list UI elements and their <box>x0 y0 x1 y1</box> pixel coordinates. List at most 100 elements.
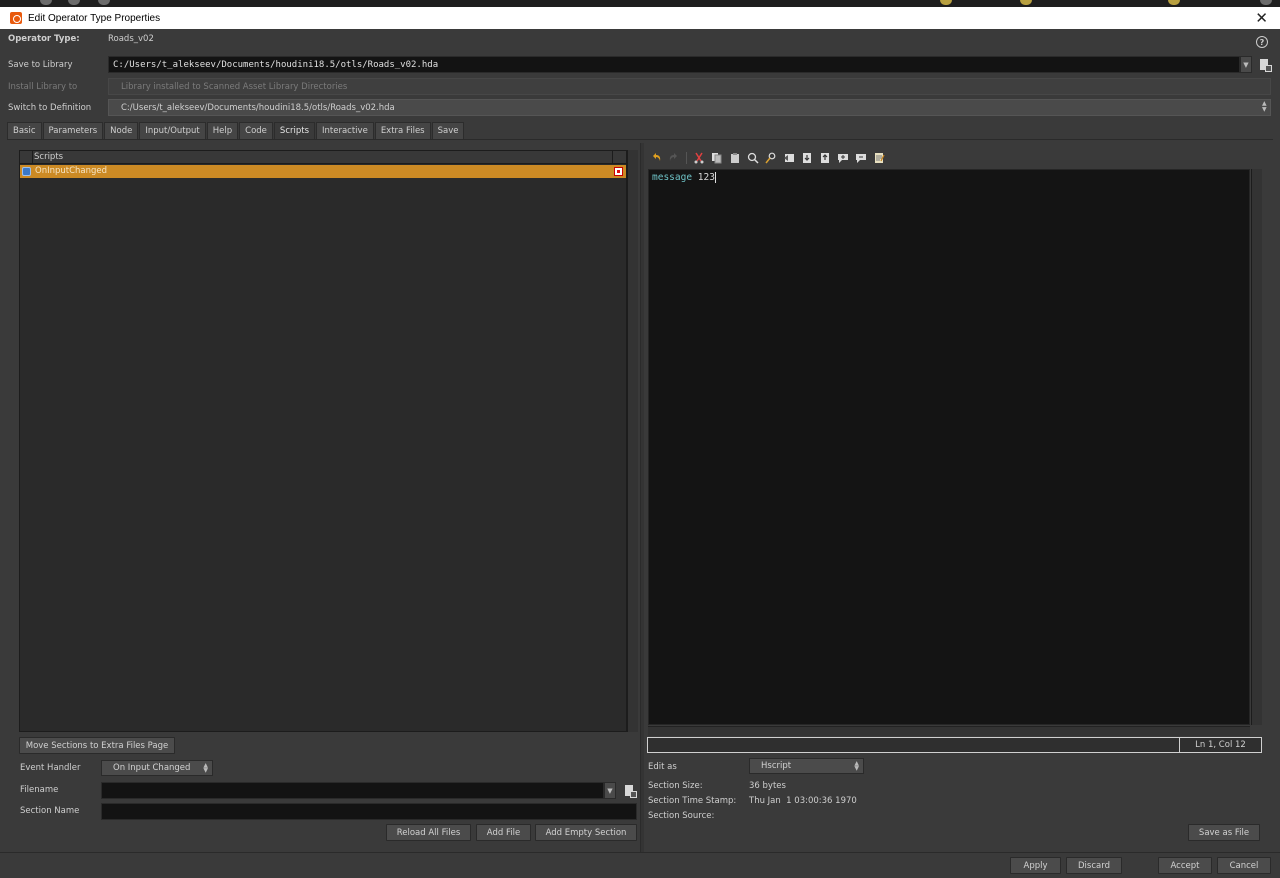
redo-icon[interactable] <box>668 152 680 164</box>
discard-button[interactable]: Discard <box>1066 857 1122 874</box>
tab-code[interactable]: Code <box>239 122 273 139</box>
operator-type-value: Roads_v02 <box>108 34 154 44</box>
tab-save[interactable]: Save <box>431 122 465 139</box>
editor-vertical-scrollbar[interactable] <box>1251 169 1262 725</box>
tab-help[interactable]: Help <box>206 122 239 139</box>
cancel-button[interactable]: Cancel <box>1217 857 1271 874</box>
scripts-list-scrollbar[interactable] <box>627 150 638 732</box>
section-timestamp-value: Thu Jan 1 03:00:36 1970 <box>749 796 857 806</box>
tab-node[interactable]: Node <box>104 122 139 139</box>
file-chooser-icon[interactable] <box>1259 58 1272 72</box>
chevron-updown-icon[interactable]: ▲ ▼ <box>1262 101 1267 113</box>
code-text: 123 <box>692 172 715 183</box>
header-divider <box>612 151 613 164</box>
paste-icon[interactable] <box>729 152 741 164</box>
header-divider <box>32 151 33 164</box>
chevron-down-icon[interactable]: ▼ <box>1240 56 1252 73</box>
event-handler-select[interactable]: On Input Changed ▲ ▼ <box>101 760 213 776</box>
scripts-left-pane: Scripts OnInputChanged Move Sections to … <box>8 143 640 852</box>
script-editor[interactable]: message 123 <box>648 169 1250 725</box>
window-titlebar[interactable]: Edit Operator Type Properties ✕ <box>0 7 1280 29</box>
section-name-label: Section Name <box>20 806 80 816</box>
desktop-background-strip <box>0 0 1280 7</box>
event-handler-label: Event Handler <box>20 763 81 773</box>
edit-operator-dialog: Operator Type: Roads_v02 ? Save to Libra… <box>0 29 1280 878</box>
houdini-app-icon <box>10 12 22 24</box>
reload-all-files-button[interactable]: Reload All Files <box>386 824 471 841</box>
desktop-icon <box>40 0 52 5</box>
move-sections-button[interactable]: Move Sections to Extra Files Page <box>19 737 175 754</box>
close-window-button[interactable]: ✕ <box>1255 9 1268 27</box>
copy-icon[interactable] <box>711 152 723 164</box>
section-size-value: 36 bytes <box>749 781 786 791</box>
desktop-icon <box>98 0 110 5</box>
section-source-label: Section Source: <box>648 811 715 821</box>
notes-icon[interactable] <box>873 152 885 164</box>
toolbar-divider <box>686 152 687 164</box>
tab-extra-files[interactable]: Extra Files <box>374 122 431 139</box>
export-icon[interactable] <box>819 152 831 164</box>
operator-type-label: Operator Type: <box>8 34 80 44</box>
desktop-icon <box>68 0 80 5</box>
import-icon[interactable] <box>801 152 813 164</box>
editor-status-bar: Ln 1, Col 12 <box>647 737 1262 753</box>
chevron-down-icon[interactable]: ▼ <box>604 782 616 799</box>
code-keyword: message <box>652 172 693 183</box>
edit-as-label: Edit as <box>648 762 677 772</box>
section-size-label: Section Size: <box>648 781 703 791</box>
window-title: Edit Operator Type Properties <box>28 12 161 24</box>
editor-horizontal-scrollbar[interactable] <box>648 726 1250 736</box>
desktop-icon <box>940 0 952 5</box>
file-chooser-icon[interactable] <box>624 784 637 798</box>
replace-icon[interactable] <box>765 152 777 164</box>
save-to-library-field[interactable]: C:/Users/t_alekseev/Documents/houdini18.… <box>108 56 1240 73</box>
switch-definition-label: Switch to Definition <box>8 103 92 113</box>
chevron-updown-icon: ▲ ▼ <box>203 762 208 774</box>
install-library-label: Install Library to <box>8 82 78 92</box>
undo-icon[interactable] <box>650 152 662 164</box>
delete-section-icon[interactable] <box>614 167 623 176</box>
accept-button[interactable]: Accept <box>1158 857 1212 874</box>
event-handler-value: On Input Changed <box>113 763 191 773</box>
uncomment-icon[interactable] <box>855 152 867 164</box>
operator-type-row: Operator Type: Roads_v02 <box>0 29 1280 49</box>
cut-icon[interactable] <box>693 152 705 164</box>
chevron-updown-icon: ▲ ▼ <box>854 760 859 772</box>
indent-icon[interactable] <box>783 152 795 164</box>
section-timestamp-label: Section Time Stamp: <box>648 796 737 806</box>
code-line: message 123 <box>652 172 716 183</box>
tab-divider <box>7 139 1273 140</box>
editor-toolbar <box>650 150 891 166</box>
tab-parameters[interactable]: Parameters <box>42 122 104 139</box>
add-file-button[interactable]: Add File <box>476 824 531 841</box>
tab-bar: Basic Parameters Node Input/Output Help Code S… <box>7 122 465 139</box>
switch-definition-select[interactable]: C:/Users/t_alekseev/Documents/houdini18.… <box>108 99 1271 116</box>
add-empty-section-button[interactable]: Add Empty Section <box>535 824 637 841</box>
pane-splitter[interactable] <box>640 143 644 853</box>
help-icon[interactable]: ? <box>1256 36 1268 48</box>
list-item[interactable]: OnInputChanged <box>20 165 626 178</box>
list-item-label: OnInputChanged <box>35 166 108 176</box>
edit-as-select[interactable]: Hscript ▲ ▼ <box>749 758 864 774</box>
find-icon[interactable] <box>747 152 759 164</box>
desktop-icon <box>1260 0 1272 5</box>
footer-divider <box>0 852 1280 853</box>
scripts-list-header: Scripts <box>20 151 626 164</box>
section-name-field[interactable] <box>101 803 637 820</box>
filename-label: Filename <box>20 785 59 795</box>
save-to-library-label: Save to Library <box>8 60 73 70</box>
scripts-column-header: Scripts <box>34 152 64 162</box>
desktop-icon <box>1020 0 1032 5</box>
scripts-list[interactable]: Scripts OnInputChanged <box>19 150 627 732</box>
cursor-position: Ln 1, Col 12 <box>1179 738 1261 752</box>
text-cursor <box>714 172 716 183</box>
desktop-icon <box>1168 0 1180 5</box>
comment-icon[interactable] <box>837 152 849 164</box>
filename-field[interactable] <box>101 782 604 799</box>
apply-button[interactable]: Apply <box>1010 857 1061 874</box>
tab-interactive[interactable]: Interactive <box>316 122 374 139</box>
tab-scripts[interactable]: Scripts <box>273 122 316 139</box>
tab-basic[interactable]: Basic <box>7 122 42 139</box>
save-as-file-button[interactable]: Save as File <box>1188 824 1260 841</box>
tab-input-output[interactable]: Input/Output <box>139 122 206 139</box>
